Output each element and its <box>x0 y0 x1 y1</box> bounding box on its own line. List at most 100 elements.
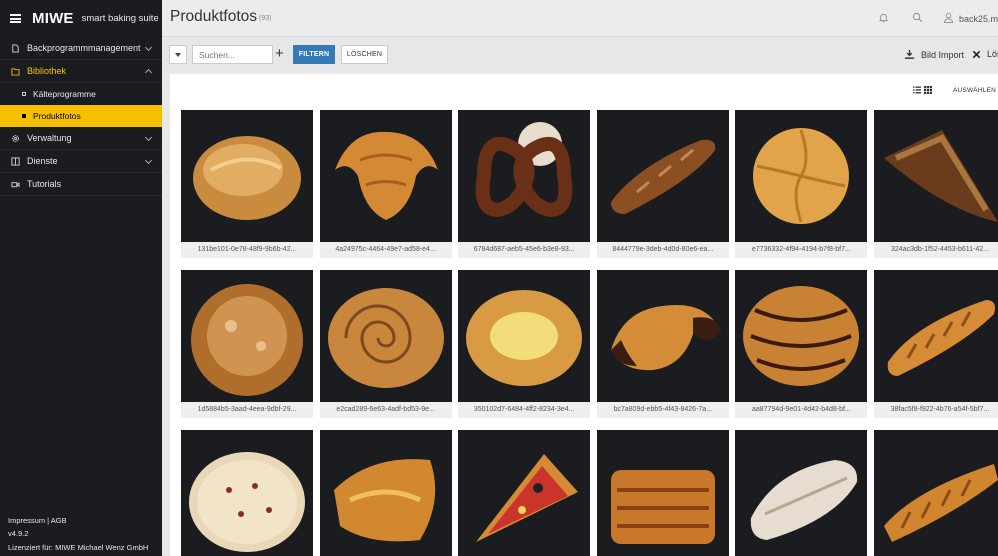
photo-tile[interactable]: bc7a809d-ebb5-4f43-8426-7a... <box>596 270 729 418</box>
photo-caption: bc7a809d-ebb5-4f43-8426-7a... <box>596 402 729 418</box>
list-view-icon[interactable] <box>913 86 921 94</box>
photo-thumbnail[interactable] <box>596 430 729 556</box>
photo-thumbnail[interactable] <box>458 430 591 556</box>
grid-view-icon[interactable] <box>924 86 932 94</box>
close-icon <box>972 50 981 58</box>
photo-caption: 131be101-0e78-48f9-9b6b-42... <box>181 242 313 258</box>
photo-caption: 4a24975c-4464-49e7-ad58-e4... <box>319 242 452 258</box>
hamburger-menu-icon[interactable] <box>10 14 21 23</box>
sidebar-item-verwaltung[interactable]: Verwaltung <box>0 127 162 150</box>
photo-tile[interactable]: e7736332-4f94-4194-b7f8-bf7... <box>735 110 868 258</box>
chevron-down-icon <box>144 133 153 142</box>
filter-dropdown-button[interactable] <box>169 45 187 64</box>
photo-caption: 324ac3db-1f52-4453-b611-42... <box>874 242 998 258</box>
photo-thumbnail[interactable] <box>319 110 452 242</box>
photo-tile[interactable]: 8444779e-3deb-4d0d-80e6-ea... <box>596 110 729 258</box>
photo-caption: 1d5884b5-3aad-4eea-9dbf-29... <box>181 402 313 418</box>
image-import-button[interactable]: Bild Import <box>904 49 964 60</box>
folder-icon <box>11 67 20 76</box>
photo-thumbnail[interactable] <box>319 430 452 556</box>
photo-tile[interactable]: 324ac3db-1f52-4453-b611-42... <box>874 110 998 258</box>
image-import-label: Bild Import <box>921 49 965 60</box>
photo-thumbnail[interactable] <box>735 430 868 556</box>
sidebar-item-label: Tutorials <box>27 179 62 189</box>
square-bullet-icon <box>22 92 26 96</box>
sidebar-footer: Impressum | AGB v4.9.2 Lizenziert für: M… <box>8 514 148 555</box>
photo-caption: aa87794d-9e01-4d42-b4d8-bf... <box>735 402 868 418</box>
photo-tile[interactable] <box>874 430 998 556</box>
photo-thumbnail[interactable] <box>874 110 998 242</box>
photo-tile[interactable]: 1d5884b5-3aad-4eea-9dbf-29... <box>181 270 313 418</box>
sidebar-item-label: Produktfotos <box>33 111 81 121</box>
select-dropdown[interactable]: AUSWÄHLEN ▾ <box>953 86 998 94</box>
photo-tile[interactable]: 6784d687-aeb5-45e6-b3e8-93... <box>458 110 591 258</box>
photo-caption: e7736332-4f94-4194-b7f8-bf7... <box>735 242 868 258</box>
photo-tile[interactable]: 350102d7-6484-4ff2-8234-3e4... <box>458 270 591 418</box>
search-input[interactable] <box>192 45 273 64</box>
brand-logo: MIWE <box>32 10 74 27</box>
square-bullet-icon <box>22 114 26 118</box>
photo-tile[interactable]: 38fac5f8-f922-4b76-a54f-5bf7... <box>874 270 998 418</box>
select-dropdown-label: AUSWÄHLEN <box>953 87 996 94</box>
license-label: Lizenziert für: MIWE Michael Wenz GmbH <box>8 542 149 552</box>
photo-tile[interactable] <box>596 430 729 556</box>
photo-thumbnail[interactable] <box>319 270 452 402</box>
photo-thumbnail[interactable] <box>596 270 729 402</box>
sidebar-item-label: Verwaltung <box>27 133 72 143</box>
photo-thumbnail[interactable] <box>735 110 868 242</box>
photo-thumbnail[interactable] <box>458 110 591 242</box>
sidebar-item-label: Bibliothek <box>27 66 67 76</box>
photo-thumbnail[interactable] <box>735 270 868 402</box>
photo-caption: e2cad289-6e63-4adf-bd53-9e... <box>319 402 452 418</box>
photo-tile[interactable] <box>735 430 868 556</box>
photo-tile[interactable]: 131be101-0e78-48f9-9b6b-42... <box>181 110 313 258</box>
chevron-up-icon <box>144 68 153 77</box>
photo-tile[interactable] <box>319 430 452 556</box>
sidebar: MIWE smart baking suite Backprogrammmana… <box>0 0 162 556</box>
grid-icon <box>11 156 20 166</box>
filter-button[interactable]: FILTERN <box>293 45 335 64</box>
document-icon <box>12 43 19 53</box>
photo-tile[interactable]: 4a24975c-4464-49e7-ad58-e4... <box>319 110 452 258</box>
clear-button[interactable]: LÖSCHEN <box>341 45 388 64</box>
sidebar-item-dienste[interactable]: Dienste <box>0 150 162 173</box>
brand-subtitle: smart baking suite <box>81 13 159 24</box>
photo-thumbnail[interactable] <box>181 110 313 242</box>
photo-tile[interactable] <box>458 430 591 556</box>
photo-thumbnail[interactable] <box>181 270 313 402</box>
sidebar-item-tutorials[interactable]: Tutorials <box>0 173 162 196</box>
add-filter-button[interactable]: + <box>275 44 284 63</box>
photo-thumbnail[interactable] <box>874 270 998 402</box>
bell-icon[interactable] <box>878 12 889 23</box>
search-icon[interactable] <box>912 12 923 23</box>
delete-button[interactable]: Lös <box>972 49 998 59</box>
sidebar-item-label: Backprogrammmanagement <box>27 43 141 53</box>
photo-caption: 38fac5f8-f922-4b76-a54f-5bf7... <box>874 402 998 418</box>
photo-caption: 6784d687-aeb5-45e6-b3e8-93... <box>458 242 591 258</box>
photo-tile[interactable]: aa87794d-9e01-4d42-b4d8-bf... <box>735 270 868 418</box>
sidebar-item-produktfotos[interactable]: Produktfotos <box>0 105 162 127</box>
user-name[interactable]: back25.me <box>959 14 998 24</box>
gear-icon <box>12 134 19 142</box>
sidebar-item-label: Kälteprogramme <box>33 89 96 99</box>
photo-caption: 350102d7-6484-4ff2-8234-3e4... <box>458 402 591 418</box>
sidebar-item-kaelteprogramme[interactable]: Kälteprogramme <box>0 83 162 105</box>
photo-tile[interactable]: e2cad289-6e63-4adf-bd53-9e... <box>319 270 452 418</box>
photo-thumbnail[interactable] <box>874 430 998 556</box>
toolbar: + FILTERN LÖSCHEN Bild Import Lös <box>162 38 998 72</box>
download-icon <box>904 49 915 59</box>
photo-count: (93) <box>259 15 272 22</box>
photo-tile[interactable] <box>181 430 313 556</box>
photo-thumbnail[interactable] <box>458 270 591 402</box>
photo-thumbnail[interactable] <box>596 110 729 242</box>
chevron-down-icon <box>144 156 153 165</box>
sidebar-item-backprogrammmanagement[interactable]: Backprogrammmanagement <box>0 37 162 60</box>
page-title: Produktfotos <box>170 8 258 25</box>
delete-label: Lös <box>987 49 998 59</box>
user-icon[interactable] <box>943 12 954 23</box>
version-label: v4.9.2 <box>8 529 29 538</box>
photo-thumbnail[interactable] <box>181 430 313 556</box>
footer-links[interactable]: Impressum | AGB <box>8 514 148 528</box>
video-camera-icon <box>11 181 20 187</box>
sidebar-item-bibliothek[interactable]: Bibliothek <box>0 60 162 83</box>
